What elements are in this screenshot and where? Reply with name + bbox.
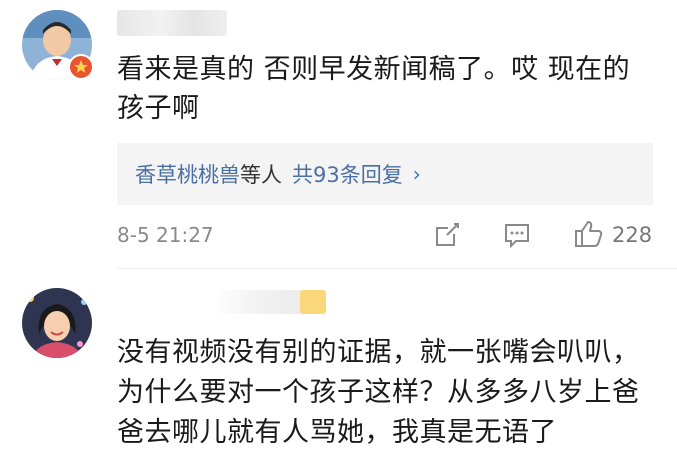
avatar-image bbox=[22, 288, 92, 358]
username-blurred[interactable] bbox=[212, 290, 302, 314]
comment-timestamp: 8-5 21:27 bbox=[117, 223, 214, 247]
username-blurred[interactable] bbox=[117, 10, 227, 36]
comment-divider bbox=[117, 268, 677, 269]
chevron-right-icon: › bbox=[412, 162, 421, 186]
reply-total-link[interactable]: 共93条回复 bbox=[292, 159, 403, 189]
comment-text-line: 看来是真的 否则早发新闻稿了。哎 现在的 bbox=[117, 54, 631, 85]
comment-text-line: 为什么要对一个孩子这样？从多多八岁上爸 bbox=[117, 377, 640, 408]
comment-text-line: 孩子啊 bbox=[117, 93, 200, 124]
username-blurred-highlight bbox=[300, 290, 326, 314]
comment-text-line: 没有视频没有别的证据，就一张嘴会叭叭， bbox=[117, 337, 640, 368]
comment-icon[interactable] bbox=[502, 220, 532, 250]
replies-summary-button[interactable]: 香草桃桃兽 等人 共93条回复 › bbox=[117, 143, 653, 205]
reply-others-label: 等人 bbox=[240, 163, 282, 187]
share-icon[interactable] bbox=[432, 220, 462, 250]
verified-badge-icon bbox=[68, 54, 94, 80]
comment-text-line: 爸去哪儿就有人骂她，我真是无语了 bbox=[117, 417, 557, 448]
thumbs-up-icon[interactable] bbox=[573, 218, 605, 250]
reply-author-link[interactable]: 香草桃桃兽 bbox=[135, 159, 240, 189]
like-count: 228 bbox=[612, 223, 653, 247]
avatar[interactable] bbox=[22, 288, 92, 358]
